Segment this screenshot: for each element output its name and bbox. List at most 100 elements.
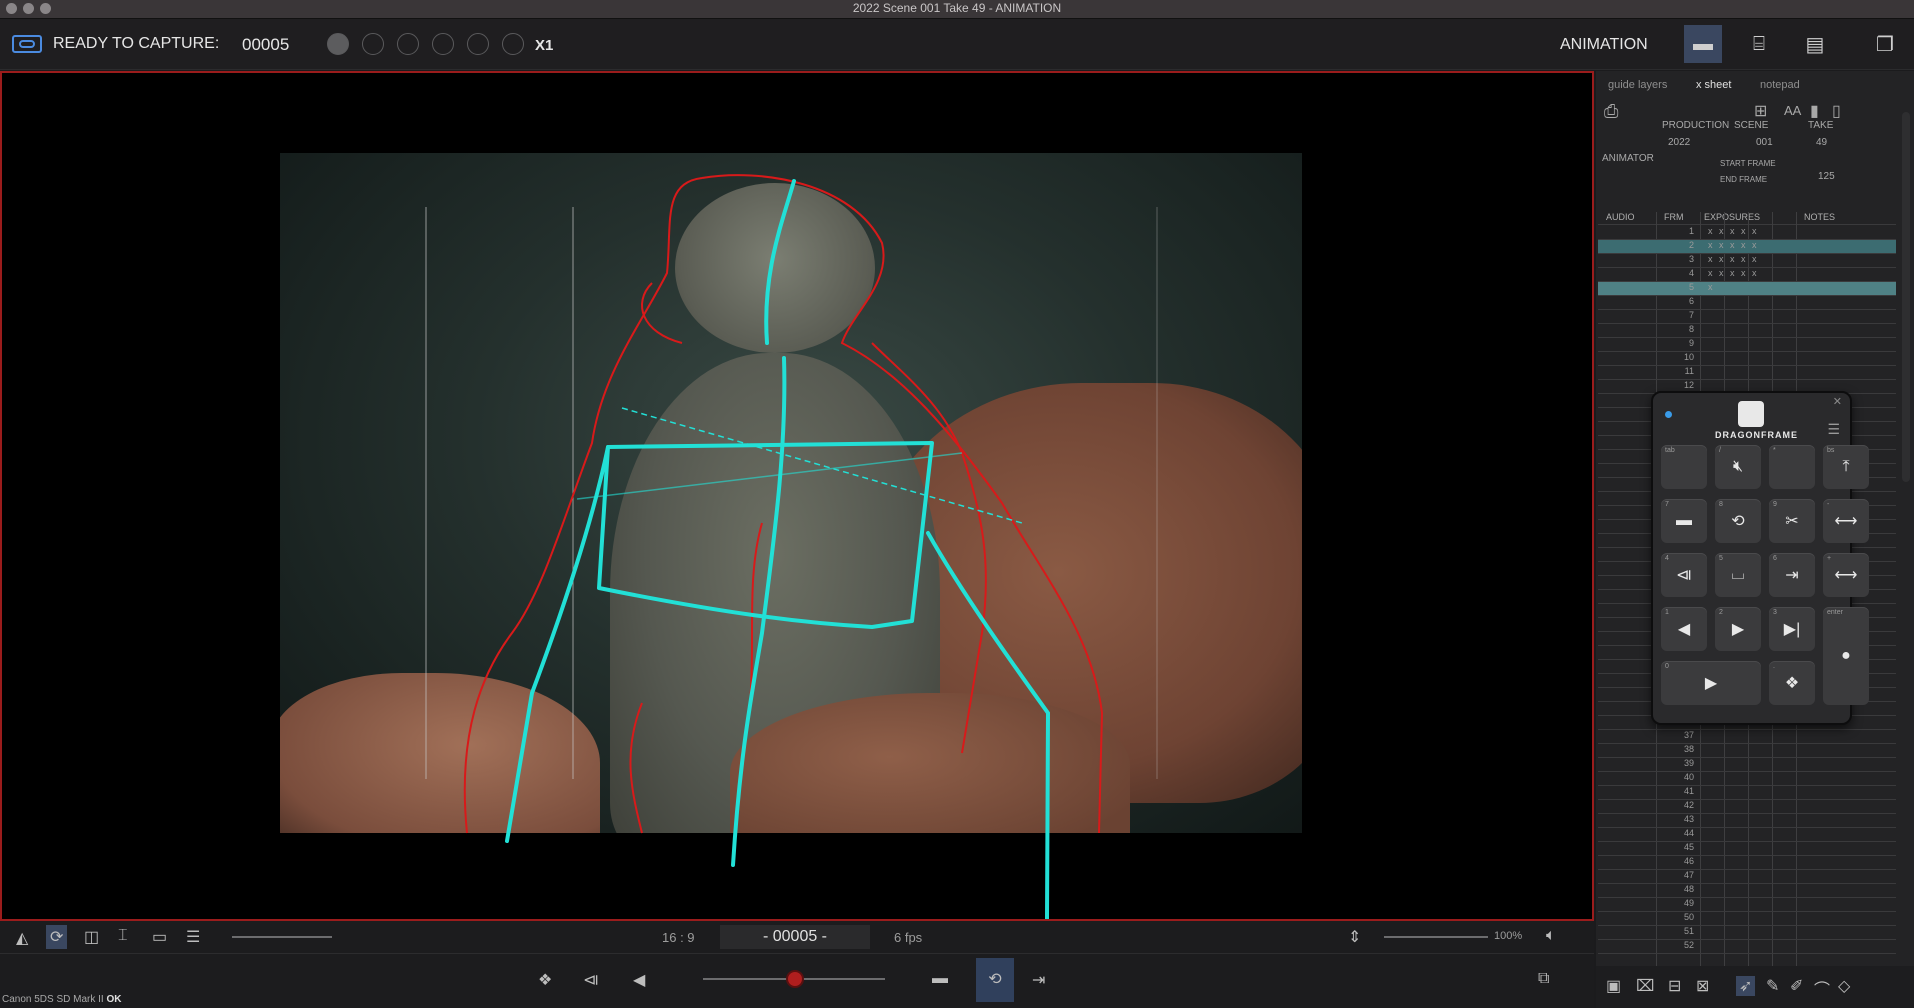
exposure-multiplier[interactable]: X1 bbox=[535, 37, 553, 54]
playback-speed-knob[interactable] bbox=[786, 970, 804, 988]
clear-tool-icon[interactable]: ⊠ bbox=[1696, 976, 1709, 996]
step-back-icon[interactable]: ◀ bbox=[633, 970, 645, 990]
frame-tool-icon[interactable]: ▣ bbox=[1606, 976, 1621, 996]
onion-skin-slider[interactable] bbox=[232, 936, 332, 938]
table-row[interactable]: 6 bbox=[1598, 296, 1896, 310]
step-forward-key[interactable]: 3 ▶| bbox=[1769, 607, 1815, 651]
delete-frame-key[interactable]: bs ⤒ bbox=[1823, 445, 1869, 489]
column-view-icon[interactable]: ▮ bbox=[1810, 101, 1819, 121]
table-row[interactable]: 37 bbox=[1598, 730, 1896, 744]
table-row[interactable]: 49 bbox=[1598, 898, 1896, 912]
pen-tool-icon[interactable]: ✎ bbox=[1766, 976, 1779, 996]
tab-guide-layers[interactable]: guide layers bbox=[1608, 79, 1667, 91]
step-forward-icon[interactable]: ⇥ bbox=[1032, 970, 1045, 990]
step-back-to-start-icon[interactable]: ⧏ bbox=[583, 970, 599, 990]
key-asterisk[interactable]: * bbox=[1769, 445, 1815, 489]
print-icon[interactable]: ⎙ bbox=[1604, 101, 1618, 122]
step-to-start-key[interactable]: 4 ⧏ bbox=[1661, 553, 1707, 597]
stack-view-icon[interactable]: ☰ bbox=[186, 927, 200, 947]
table-row[interactable]: 48 bbox=[1598, 884, 1896, 898]
step-to-end-key[interactable]: 6 ⇥ bbox=[1769, 553, 1815, 597]
eraser-tool-icon[interactable]: ◇ bbox=[1838, 976, 1850, 996]
table-row[interactable]: 45 bbox=[1598, 842, 1896, 856]
current-frame-display[interactable]: - 00005 - bbox=[720, 925, 870, 949]
curve-tool-icon[interactable]: ⌒ bbox=[1814, 976, 1830, 1000]
volume-icon[interactable]: 🔈︎ bbox=[1546, 927, 1556, 945]
loop-key[interactable]: 8 ⟲ bbox=[1715, 499, 1761, 543]
tab-notepad[interactable]: notepad bbox=[1760, 79, 1800, 91]
camera-workspace-button[interactable]: ⌸ bbox=[1740, 25, 1778, 63]
table-row[interactable]: 3x x x x x bbox=[1598, 254, 1896, 268]
play-all-key[interactable]: 0 ▶ bbox=[1661, 661, 1761, 705]
menu-icon[interactable]: ☰ bbox=[1827, 421, 1840, 438]
split-vertical-icon[interactable]: ◫ bbox=[84, 927, 99, 947]
single-view-icon[interactable]: ▭ bbox=[152, 927, 167, 947]
windows-layout-button[interactable]: ❐ bbox=[1866, 25, 1904, 63]
table-row[interactable]: 47 bbox=[1598, 870, 1896, 884]
aspect-ratio[interactable]: 16 : 9 bbox=[662, 930, 695, 945]
minus-key[interactable]: - ⟷ bbox=[1823, 499, 1869, 543]
exposure-dot-3[interactable] bbox=[397, 33, 419, 55]
table-row[interactable]: 44 bbox=[1598, 828, 1896, 842]
capture-key[interactable]: enter ● bbox=[1823, 607, 1869, 705]
fps-display[interactable]: 6 fps bbox=[894, 930, 922, 945]
fit-tool-icon[interactable]: ⌧ bbox=[1636, 976, 1654, 996]
table-row[interactable]: 40 bbox=[1598, 772, 1896, 786]
brush-tool-icon[interactable]: ✐ bbox=[1790, 976, 1803, 996]
step-back-key[interactable]: 1 ◀ bbox=[1661, 607, 1707, 651]
table-row[interactable]: 7 bbox=[1598, 310, 1896, 324]
table-row[interactable]: 52 bbox=[1598, 940, 1896, 954]
cut-key[interactable]: 9 ✂ bbox=[1769, 499, 1815, 543]
table-row[interactable]: 38 bbox=[1598, 744, 1896, 758]
table-row[interactable]: 43 bbox=[1598, 814, 1896, 828]
table-row[interactable]: 50 bbox=[1598, 912, 1896, 926]
exposure-dot-6[interactable] bbox=[502, 33, 524, 55]
loop-view-icon[interactable]: ⟳ bbox=[46, 925, 68, 949]
key-tab[interactable]: tab bbox=[1661, 445, 1707, 489]
split-center-icon[interactable]: ⌶ bbox=[118, 927, 128, 945]
short-play-key[interactable]: 7 ▬ bbox=[1661, 499, 1707, 543]
adjust-icon[interactable]: ⇕ bbox=[1348, 927, 1361, 947]
exposure-dot-2[interactable] bbox=[362, 33, 384, 55]
select-tool-icon[interactable]: ➶ bbox=[1736, 976, 1756, 996]
table-row[interactable]: 4x x x x x bbox=[1598, 268, 1896, 282]
zoom-slider[interactable] bbox=[1384, 936, 1488, 938]
plus-key[interactable]: + ⟷ bbox=[1823, 553, 1869, 597]
xsheet-scrollbar[interactable] bbox=[1902, 112, 1910, 482]
table-row[interactable]: 8 bbox=[1598, 324, 1896, 338]
mute-key[interactable]: / 🔇︎ bbox=[1715, 445, 1761, 489]
table-row[interactable]: 46 bbox=[1598, 856, 1896, 870]
table-row[interactable]: 1x x x x x bbox=[1598, 226, 1896, 240]
tab-x-sheet[interactable]: x sheet bbox=[1696, 79, 1731, 91]
table-row[interactable]: 11 bbox=[1598, 366, 1896, 380]
short-play-icon[interactable]: ▬ bbox=[932, 970, 948, 988]
live-view-viewport[interactable] bbox=[0, 71, 1594, 921]
snap-key[interactable]: 5 ⌴ bbox=[1715, 553, 1761, 597]
close-icon[interactable]: ✕ bbox=[1833, 395, 1842, 408]
table-row[interactable]: 42 bbox=[1598, 800, 1896, 814]
page-view-icon[interactable]: ▯ bbox=[1832, 101, 1841, 121]
table-row[interactable]: 2x x x x x bbox=[1598, 240, 1896, 254]
table-row[interactable]: 39 bbox=[1598, 758, 1896, 772]
add-column-icon[interactable]: ⊞ bbox=[1754, 101, 1767, 121]
table-row[interactable]: 41 bbox=[1598, 786, 1896, 800]
exposure-dot-4[interactable] bbox=[432, 33, 454, 55]
animation-workspace-button[interactable]: ▬ bbox=[1684, 25, 1722, 63]
table-row[interactable]: 10 bbox=[1598, 352, 1896, 366]
exposure-dot-5[interactable] bbox=[467, 33, 489, 55]
table-row[interactable]: 51 bbox=[1598, 926, 1896, 940]
flip-icon[interactable]: ◭ bbox=[16, 928, 28, 948]
table-row[interactable]: 5x bbox=[1598, 282, 1896, 296]
keyframe-key[interactable]: . ❖ bbox=[1769, 661, 1815, 705]
loop-playback-icon[interactable]: ⟲ bbox=[976, 958, 1014, 1002]
exposure-dot-1[interactable] bbox=[327, 33, 349, 55]
capture-mode-icon[interactable] bbox=[12, 35, 42, 53]
timeline-workspace-button[interactable]: ▤ bbox=[1796, 25, 1834, 63]
font-size-icon[interactable]: AA bbox=[1784, 103, 1801, 118]
page-flip-icon[interactable]: ⧉ bbox=[1538, 970, 1549, 988]
keyframe-icon[interactable]: ❖ bbox=[538, 970, 552, 990]
layer-tool-icon[interactable]: ⊟ bbox=[1668, 976, 1681, 996]
table-row[interactable]: 9 bbox=[1598, 338, 1896, 352]
play-key[interactable]: 2 ▶ bbox=[1715, 607, 1761, 651]
keypad-palette[interactable]: ✕ DRAGONFRAME ☰ tab / 🔇︎ * bs ⤒ 7 ▬ 8 ⟲ 9 ✂ -… bbox=[1651, 391, 1869, 725]
